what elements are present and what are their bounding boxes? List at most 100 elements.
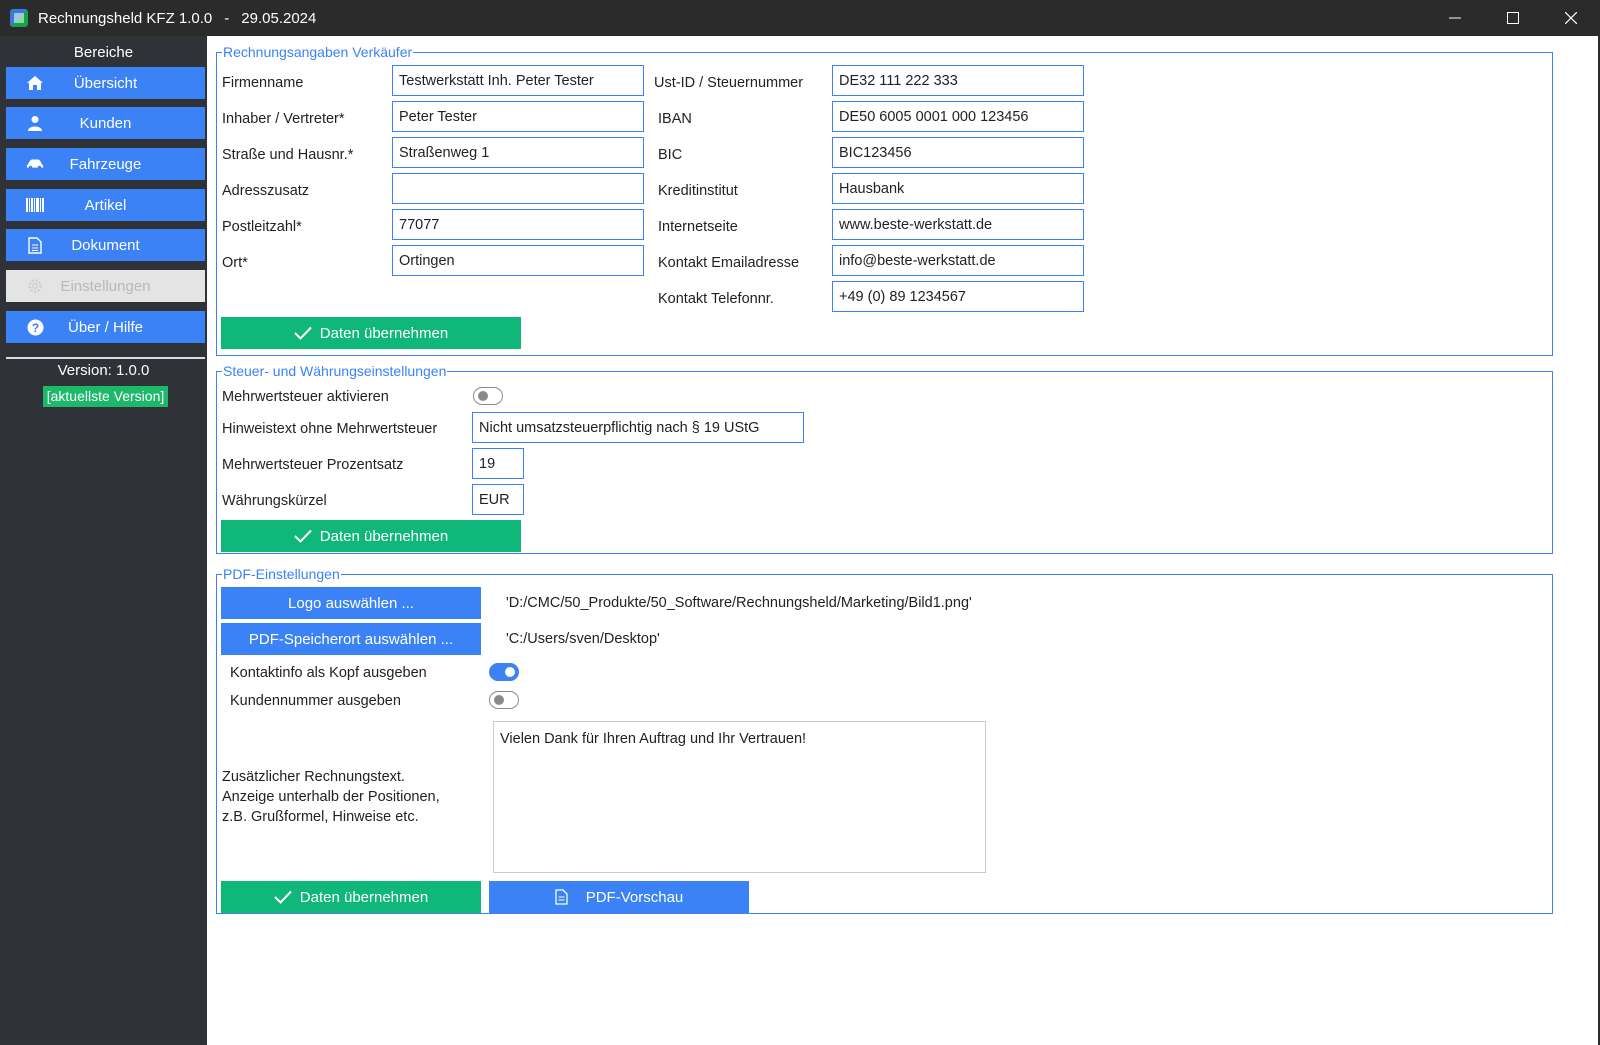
bank-label: Kreditinstitut [658, 183, 738, 199]
checkmark-icon [274, 890, 292, 904]
pdf-apply-button[interactable]: Daten übernehmen [221, 881, 481, 913]
phone-field[interactable] [832, 281, 1084, 312]
vat-rate-field[interactable] [472, 448, 524, 479]
sidebar-item-hilfe[interactable]: ? Über / Hilfe [6, 311, 205, 343]
checkmark-icon [294, 529, 312, 543]
title-separator: - [224, 9, 230, 27]
sidebar-item-kunden[interactable]: Kunden [6, 107, 205, 139]
currency-label: Währungskürzel [222, 493, 327, 509]
vat-rate-label: Mehrwertsteuer Prozentsatz [222, 457, 404, 473]
tax-group: Steuer- und Währungseinstellungen Mehrwe… [216, 363, 1553, 554]
seller-apply-button[interactable]: Daten übernehmen [221, 317, 521, 349]
sidebar: Bereiche Übersicht Kunden Fahrzeuge Arti… [0, 36, 207, 1045]
toggle-knob [505, 667, 515, 677]
extra-text-label-line2: Anzeige unterhalb der Positionen, [222, 789, 440, 805]
customer-number-toggle[interactable] [489, 691, 519, 709]
choose-pdf-location-button[interactable]: PDF-Speicherort auswählen ... [221, 623, 481, 655]
settings-panel: Rechnungsangaben Verkäufer Firmenname In… [207, 36, 1600, 1045]
bank-field[interactable] [832, 173, 1084, 204]
svg-text:?: ? [31, 321, 38, 335]
address-extra-field[interactable] [392, 173, 644, 204]
minimize-icon [1449, 17, 1461, 19]
user-icon [26, 114, 44, 132]
logo-path-text: 'D:/CMC/50_Produkte/50_Software/Rechnung… [506, 595, 972, 611]
home-icon [26, 74, 44, 92]
seller-group: Rechnungsangaben Verkäufer Firmenname In… [216, 44, 1553, 356]
checkmark-icon [294, 326, 312, 340]
website-field[interactable] [832, 209, 1084, 240]
vat-enable-toggle[interactable] [473, 387, 503, 405]
iban-field[interactable] [832, 101, 1084, 132]
email-label: Kontakt Emailadresse [658, 255, 800, 271]
title-date: 29.05.2024 [241, 9, 317, 27]
pdf-preview-label: PDF-Vorschau [585, 888, 684, 906]
city-field[interactable] [392, 245, 644, 276]
window-controls [1426, 0, 1600, 36]
close-icon [1565, 12, 1577, 24]
postal-code-field[interactable] [392, 209, 644, 240]
car-icon [26, 155, 44, 173]
gear-icon [26, 277, 44, 295]
choose-logo-label: Logo auswählen ... [288, 594, 414, 612]
toggle-knob [478, 391, 488, 401]
sidebar-item-fahrzeuge[interactable]: Fahrzeuge [6, 148, 205, 180]
tax-group-legend: Steuer- und Währungseinstellungen [222, 363, 448, 379]
bic-field[interactable] [832, 137, 1084, 168]
sidebar-item-artikel[interactable]: Artikel [6, 189, 205, 221]
owner-label: Inhaber / Vertreter* [222, 111, 345, 127]
minimize-button[interactable] [1426, 0, 1484, 36]
extra-text-label-line3: z.B. Grußformel, Hinweise etc. [222, 809, 419, 825]
version-status-badge: [aktuellste Version] [43, 386, 168, 407]
city-label: Ort* [222, 255, 248, 271]
window-title: Rechnungsheld KFZ 1.0.0 [38, 9, 213, 27]
vat-id-label: Ust-ID / Steuernummer [654, 75, 804, 91]
barcode-icon [26, 196, 44, 214]
phone-label: Kontakt Telefonnr. [658, 291, 774, 307]
website-label: Internetseite [658, 219, 738, 235]
street-field[interactable] [392, 137, 644, 168]
title-bar: Rechnungsheld KFZ 1.0.0 - 29.05.2024 [0, 0, 1600, 36]
address-extra-label: Adresszusatz [222, 183, 310, 199]
choose-logo-button[interactable]: Logo auswählen ... [221, 587, 481, 619]
maximize-button[interactable] [1484, 0, 1542, 36]
sidebar-item-dokument[interactable]: Dokument [6, 229, 205, 261]
sidebar-item-einstellungen[interactable]: Einstellungen [6, 270, 205, 302]
contact-header-label: Kontaktinfo als Kopf ausgeben [230, 665, 427, 681]
document-icon [26, 236, 44, 254]
sidebar-item-uebersicht[interactable]: Übersicht [6, 67, 205, 99]
vat-enable-label: Mehrwertsteuer aktivieren [222, 389, 389, 405]
sidebar-heading: Bereiche [73, 44, 134, 61]
email-field[interactable] [832, 245, 1084, 276]
close-button[interactable] [1542, 0, 1600, 36]
help-icon: ? [26, 318, 44, 336]
version-text: Version: 1.0.0 [57, 362, 150, 379]
choose-pdf-location-label: PDF-Speicherort auswählen ... [248, 630, 454, 648]
extra-text-label-line1: Zusätzlicher Rechnungstext. [222, 769, 405, 785]
pdf-apply-label: Daten übernehmen [299, 888, 429, 906]
contact-header-toggle[interactable] [489, 663, 519, 681]
customer-number-label: Kundennummer ausgeben [230, 693, 401, 709]
company-name-label: Firmenname [222, 75, 304, 91]
app-logo-icon [10, 9, 28, 27]
vat-note-field[interactable] [472, 412, 804, 443]
toggle-knob [494, 695, 504, 705]
bic-label: BIC [658, 147, 683, 163]
pdf-group-legend: PDF-Einstellungen [222, 566, 341, 582]
company-name-field[interactable] [392, 65, 644, 96]
seller-apply-label: Daten übernehmen [319, 324, 449, 342]
tax-apply-label: Daten übernehmen [319, 527, 449, 545]
tax-apply-button[interactable]: Daten übernehmen [221, 520, 521, 552]
pdf-preview-button[interactable]: PDF-Vorschau [489, 881, 749, 913]
vat-id-field[interactable] [832, 65, 1084, 96]
seller-group-legend: Rechnungsangaben Verkäufer [222, 44, 414, 60]
street-label: Straße und Hausnr.* [222, 147, 354, 163]
document-icon [555, 889, 568, 905]
extra-invoice-text-area[interactable]: Vielen Dank für Ihren Auftrag und Ihr Ve… [493, 721, 986, 873]
pdf-group: PDF-Einstellungen Logo auswählen ... 'D:… [216, 566, 1553, 914]
owner-field[interactable] [392, 101, 644, 132]
iban-label: IBAN [658, 111, 692, 127]
currency-field[interactable] [472, 484, 524, 515]
postal-code-label: Postleitzahl* [222, 219, 302, 235]
vat-note-label: Hinweistext ohne Mehrwertsteuer [222, 421, 438, 437]
pdf-location-path-text: 'C:/Users/sven/Desktop' [506, 631, 660, 647]
